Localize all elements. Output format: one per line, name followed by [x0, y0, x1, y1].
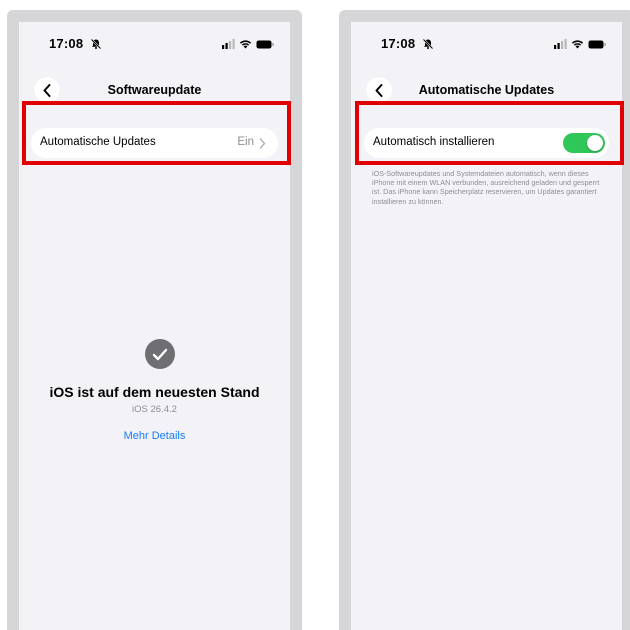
status-icons: [554, 38, 606, 50]
more-details-link[interactable]: Mehr Details: [19, 430, 290, 442]
status-bar: 17:08: [351, 36, 622, 52]
update-status-badge: [145, 339, 175, 369]
status-icons: [222, 38, 274, 50]
battery-icon: [256, 40, 274, 48]
mute-bell-icon: [422, 38, 434, 50]
page-title: Automatische Updates: [418, 83, 555, 97]
status-time: 17:08: [381, 36, 416, 51]
highlight-box-auto-install: [355, 101, 624, 165]
battery-icon: [588, 40, 606, 48]
navigation-bar: Automatische Updates: [351, 70, 622, 104]
update-status-title: iOS ist auf dem neuesten Stand: [49, 384, 260, 400]
cellular-icon: [222, 39, 235, 49]
wifi-icon: [571, 40, 584, 49]
status-time: 17:08: [49, 36, 84, 51]
page-title: Softwareupdate: [107, 83, 202, 97]
navigation-bar: Softwareupdate: [19, 70, 290, 104]
status-bar: 17:08: [19, 36, 290, 52]
mute-bell-icon: [90, 38, 102, 50]
wifi-icon: [239, 40, 252, 49]
checkmark-icon: [152, 348, 168, 360]
auto-install-description: iOS-Softwareupdates und Systemdateien au…: [372, 169, 600, 206]
cellular-icon: [554, 39, 567, 49]
highlight-box-automatic-updates: [22, 101, 291, 165]
ios-version: iOS 26.4.2: [132, 404, 177, 415]
